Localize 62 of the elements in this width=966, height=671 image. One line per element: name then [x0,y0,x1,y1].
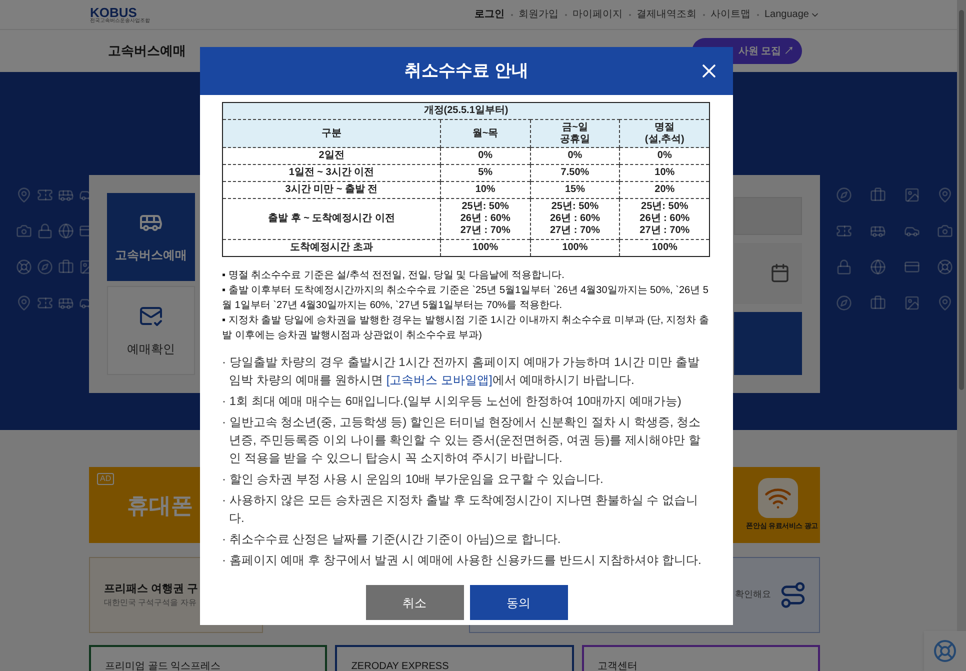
app-link[interactable]: [고속버스 모바일앱] [386,373,492,387]
language-button[interactable]: Language [764,7,820,22]
notice-item: · 사용하지 않은 모든 승차권은 지정차 출발 후 도착예정시간이 지나면 환불하실 수 없습니다. [222,492,700,527]
notice-item: · 일반고속 청소년(중, 고등학생 등) 할인은 터미널 현장에서 신분확인 절차 시 학생증, 청소년증, 주민등록증 이외 나이를 확인할 수 있는 증서(운전면허증, 여권 등)를 제시해야만 할인 적용을 받을 수 있으니 탑승시 꼭 소지하여 주시기 바랍니다. [222,414,702,467]
booking-tab[interactable]: 고속버스예매 [107,193,195,282]
table-cell: 100% [530,240,620,256]
date-field[interactable] [734,242,802,304]
header-link[interactable]: 마이페이지 [572,7,622,22]
table-cell: 10% [440,182,530,198]
logo-wordmark: KOBUS [90,6,137,18]
column-header: 명절 (설,추석) [620,120,710,148]
table-cell: 0% [620,148,710,164]
cancel-button[interactable]: 취소 [366,585,464,620]
ad-badge: AD [97,473,114,485]
column-header: 금~일 공휴일 [530,120,620,148]
table-cell: 25년: 50% 26년 : 60% 27년 : 70% [620,198,710,240]
card-subtitle: 확인해요 [735,588,771,602]
bus-route-icon [779,581,807,609]
table-cell: 100% [620,240,710,256]
table-cell: 2일전 [222,148,440,164]
header-link[interactable]: 회원가입 [518,7,558,22]
table-cell: 도착예정시간 초과 [222,240,440,256]
calendar-icon [770,263,790,284]
note-text: ▪ 명절 취소수수료 기준은 설/추석 전전일, 전일, 당일 및 다음날에 적용합니다. [222,269,566,283]
nav-item[interactable]: 고속버스예매 [108,41,186,61]
table-cell: 출발 후 ~ 도착예정시간 이전 [222,198,440,240]
column-header: 월~목 [440,120,530,148]
notice-item: · 취소수수료 산정은 날짜를 기준(시간 기준이 아님)으로 합니다. [222,531,562,548]
table-cell: 15% [530,182,620,198]
service-card[interactable]: 프리미엄 골드 익스프레스 [89,645,328,671]
card-title: 프리패스 여행권 구 [104,582,200,597]
modal-title: 취소수수료 안내 [404,60,528,82]
service-card[interactable]: ZERODAY EXPRESS [335,645,574,671]
table-cell: 1일전 ~ 3시간 이전 [222,164,440,182]
header-link[interactable]: 사이트맵 [710,7,750,22]
table-cell: 20% [620,182,710,198]
note-text: ▪ 출발 이후부터 도착예정시간까지의 취소수수료 기준은 `25년 5월1일부터 `26년 4월30일까지는 50%, `26년 5월 1일부터 `27년 4월30일까지는 60%, `27년 5월1일부터는 70%를 적용한다. [222,284,710,313]
table-cell: 100% [440,240,530,256]
table-cell: 25년: 50% 26년 : 60% 27년 : 70% [530,198,620,240]
table-cell: 10% [620,164,710,182]
table-cell: 3시간 미만 ~ 출발 전 [222,182,440,198]
column-header: 구분 [222,120,440,148]
input-field[interactable] [734,197,802,235]
header-link[interactable]: 결제내역조회 [636,7,696,22]
notice-item: · 1회 최대 예매 매수는 6매입니다.(일부 시외우등 노선에 한정하여 10매까지 예매가능) [222,393,682,410]
notice-item: · 당일출발 차량의 경우 출발시간 1시간 전까지 홈페이지 예매가 가능하며 1시간 미만 출발임박 차량의 예매를 원하시면 [고속버스 모바일앱]에서 예매하시기 바랍니다. [222,354,700,389]
table-cell: 0% [530,148,620,164]
table-caption: 개정(25.5.1일부터) [222,102,710,120]
ad-headline: 휴대폰 [127,492,193,520]
table-cell: 5% [440,164,530,182]
note-text: ▪ 지정차 출발 당일에 승차권을 발행한 경우는 발행시점 기준 1시간 이내까지 취소수수료 미부과 (단, 지정차 출발 이후에는 승차권 발행시점과 상관없이 취소수수료 부과) [222,314,710,343]
table-cell: 7.50% [530,164,620,182]
service-card[interactable]: 고객센터 [582,645,820,671]
table-cell: 25년: 50% 26년 : 60% 27년 : 70% [440,198,530,240]
table-cell: 0% [440,148,530,164]
booking-tab[interactable]: 예매확인 [107,286,195,375]
recaptcha-badge[interactable] [924,631,966,671]
wifi-icon [758,478,798,518]
card-subtitle: 대한민국 구석구석을 자유 [104,597,198,610]
notice-item: · 할인 승차권 부정 사용 시 운임의 10배 부가운임을 요구할 수 있습니다. [222,471,604,488]
confirm-button[interactable]: 동의 [470,585,568,620]
header-link[interactable]: 로그인 [474,7,504,22]
